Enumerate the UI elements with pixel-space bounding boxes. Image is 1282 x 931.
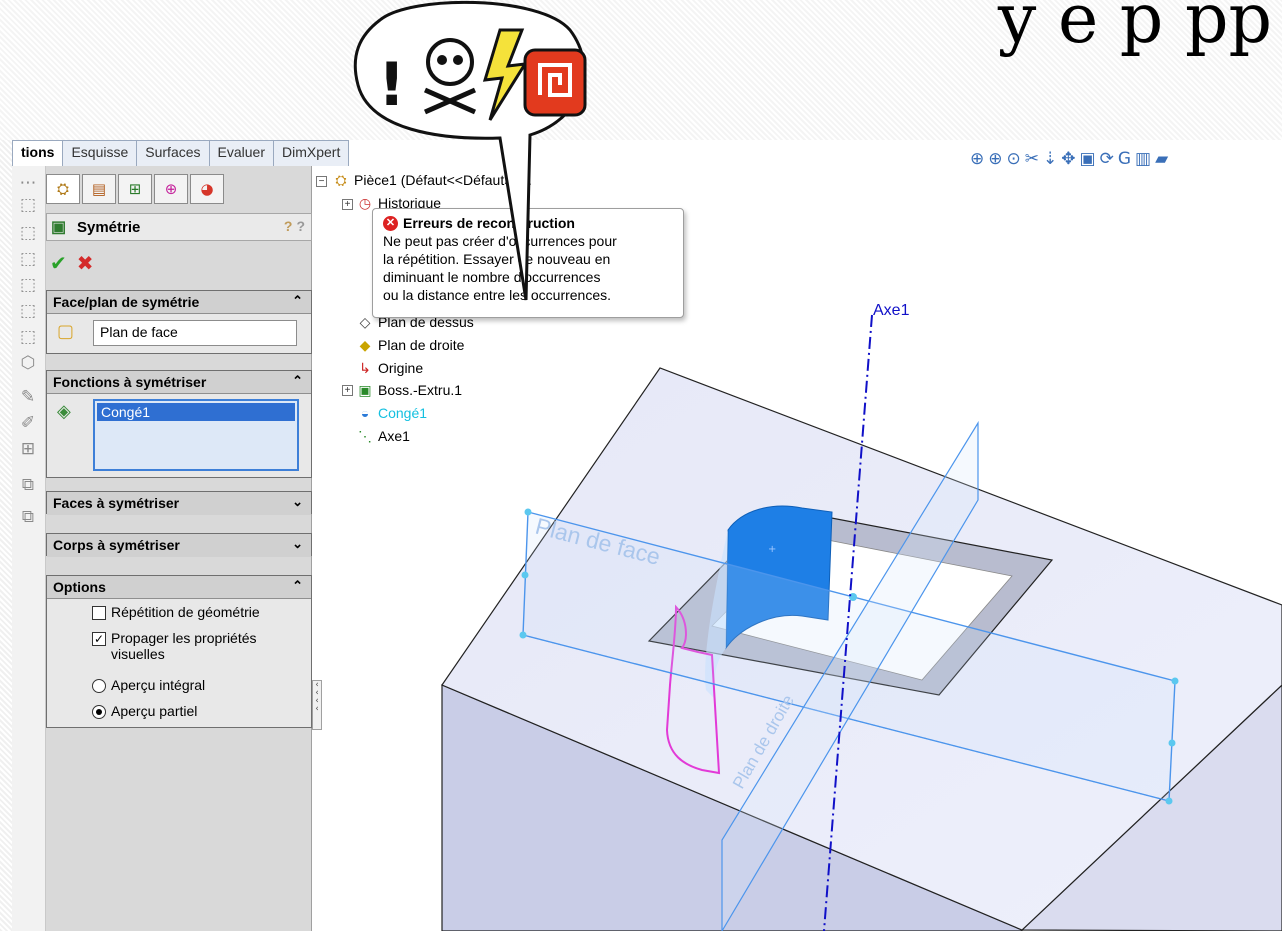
group-bodies-to-mirror[interactable]: Corps à symétriser ⌄ xyxy=(46,533,312,557)
cube-icon[interactable]: ⬚ xyxy=(17,274,39,296)
full-preview-option[interactable]: Aperçu intégral xyxy=(92,677,205,693)
cancel-button[interactable]: ✖ xyxy=(77,251,94,275)
propagate-checkbox[interactable]: ✓ xyxy=(92,632,106,646)
axis-icon: ⋱ xyxy=(358,428,372,444)
geometry-pattern-checkbox[interactable] xyxy=(92,606,106,620)
ok-button[interactable]: ✔ xyxy=(50,251,67,275)
feature-icon-column: ⋯ ⬚ ⬚ ⬚ ⬚ ⬚ ⬚ ⬡ ✎ ✐ ⊞ ⧉ ⧉ xyxy=(12,166,46,931)
dimxpert-manager-icon[interactable]: ⊕ xyxy=(154,174,188,204)
pattern-icon[interactable]: ⊞ xyxy=(17,438,39,460)
cube-icon[interactable]: ⬚ xyxy=(17,300,39,322)
view-settings-icon[interactable]: ▰ xyxy=(1155,149,1168,169)
display-style-icon[interactable]: ▣ xyxy=(1080,149,1096,169)
group-options-header[interactable]: Options ⌃ xyxy=(47,576,311,599)
help-icon[interactable]: ?? xyxy=(284,218,305,234)
collapse-icon[interactable]: ⌃ xyxy=(292,578,303,594)
partial-preview-option[interactable]: Aperçu partiel xyxy=(92,703,197,719)
fillet-center-mark: + xyxy=(768,544,776,555)
swearing-speech-bubble: ! xyxy=(353,0,587,301)
pm-toolbar: ⛭ ▤ ⊞ ⊕ ◕ xyxy=(46,174,226,204)
property-manager: ⛭ ▤ ⊞ ⊕ ◕ ▣ Symétrie ?? ✔ ✖ Face/plan de… xyxy=(46,166,312,931)
section-view-icon[interactable]: ✂ xyxy=(1025,149,1039,169)
zoom-to-fit-icon[interactable]: ⊕ xyxy=(970,149,984,169)
mirror-feature-icon: ▣ xyxy=(51,219,67,236)
solidworks-window: + Plan de face Plan de droite Axe1 tions… xyxy=(12,140,1282,931)
pencil-plus-icon[interactable]: ✐ xyxy=(17,412,39,434)
collapse-icon[interactable]: − xyxy=(316,176,327,187)
group-mirror-face-header[interactable]: Face/plan de symétrie ⌃ xyxy=(47,291,311,314)
group-features-header[interactable]: Fonctions à symétriser ⌃ xyxy=(47,371,311,394)
pencil-icon[interactable]: ✎ xyxy=(17,386,39,408)
group-mirror-face: Face/plan de symétrie ⌃ ▢ Plan de face xyxy=(46,290,312,354)
display-manager-icon[interactable]: ◕ xyxy=(190,174,224,204)
tree-item-boss-extrude[interactable]: ▣ Boss.-Extru.1 xyxy=(356,382,462,398)
ok-cancel-row: ✔ ✖ xyxy=(50,251,94,275)
hide-show-icon[interactable]: ⟳ xyxy=(1100,149,1114,169)
group-faces-to-mirror[interactable]: Faces à symétriser ⌄ xyxy=(46,491,312,515)
extrude-icon: ▣ xyxy=(358,382,372,398)
propagate-option[interactable]: ✓ Propager les propriétés visuelles xyxy=(92,630,272,662)
origin-icon: ↳ xyxy=(359,360,371,376)
view-orientation-icon[interactable]: ✥ xyxy=(1061,149,1075,169)
expand-icon[interactable]: + xyxy=(342,385,353,396)
slide-title-fragment: y e p pp xyxy=(997,0,1272,59)
panel-splitter-handle[interactable]: ‹ ‹ ‹ ‹ xyxy=(312,680,322,730)
tab-esquisse[interactable]: Esquisse xyxy=(62,140,138,166)
tab-fonctions[interactable]: tions xyxy=(12,140,64,166)
cube-icon[interactable]: ⬚ xyxy=(17,194,39,216)
dynamic-annotation-icon[interactable]: ⇣ xyxy=(1043,149,1057,169)
spiral-icon xyxy=(523,48,587,117)
copy-icon[interactable]: ⧉ xyxy=(17,474,39,496)
tree-item-axe1[interactable]: ⋱ Axe1 xyxy=(356,428,410,444)
features-listbox[interactable]: Congé1 xyxy=(93,399,299,471)
face-plane-icon: ▢ xyxy=(57,321,75,342)
feature-manager-icon[interactable]: ⛭ xyxy=(46,174,80,204)
mirror-face-field[interactable]: Plan de face xyxy=(93,320,297,346)
tab-surfaces[interactable]: Surfaces xyxy=(136,140,210,166)
copy-icon[interactable]: ⧉ xyxy=(17,506,39,528)
collapse-icon[interactable]: ⌃ xyxy=(292,293,303,309)
handle-icon: ⋯ xyxy=(19,173,37,193)
scene-icon[interactable]: ▥ xyxy=(1135,149,1151,169)
skull-icon xyxy=(426,38,474,86)
property-manager-icon[interactable]: ▤ xyxy=(82,174,116,204)
previous-view-icon[interactable]: ⊙ xyxy=(1007,149,1021,169)
heads-up-view-toolbar: ⊕ ⊕ ⊙ ✂ ⇣ ✥ ▣ ⟳ G ▥ ▰ xyxy=(970,149,1168,169)
group-faces-header[interactable]: Faces à symétriser ⌄ xyxy=(47,492,311,515)
appearance-icon[interactable]: G xyxy=(1118,149,1131,169)
pm-title-bar: ▣ Symétrie ?? xyxy=(46,213,312,241)
expand-icon[interactable]: ⌄ xyxy=(292,494,303,510)
cube-icon[interactable]: ⬚ xyxy=(17,248,39,270)
exclamation-glyph: ! xyxy=(378,50,405,120)
pm-title: Symétrie xyxy=(77,218,141,236)
tab-evaluer[interactable]: Evaluer xyxy=(208,140,274,166)
command-manager-tabs: tions Esquisse Surfaces Evaluer DimXpert xyxy=(12,140,350,166)
configuration-manager-icon[interactable]: ⊞ xyxy=(118,174,152,204)
group-features-to-mirror: Fonctions à symétriser ⌃ ◈ Congé1 xyxy=(46,370,312,478)
tab-dimxpert[interactable]: DimXpert xyxy=(272,140,350,166)
partial-preview-radio[interactable] xyxy=(92,705,106,719)
features-icon: ◈ xyxy=(57,401,71,422)
shell-icon[interactable]: ⬡ xyxy=(17,352,39,374)
cube-icon[interactable]: ⬚ xyxy=(17,222,39,244)
expand-icon[interactable]: ⌄ xyxy=(292,536,303,552)
tree-item-conge1[interactable]: ◒ Congé1 xyxy=(356,405,427,421)
list-item[interactable]: Congé1 xyxy=(97,403,295,421)
geometry-pattern-option[interactable]: Répétition de géométrie xyxy=(92,604,260,620)
axis-label: Axe1 xyxy=(873,302,910,319)
collapse-icon[interactable]: ⌃ xyxy=(292,373,303,389)
cube-icon[interactable]: ⬚ xyxy=(17,326,39,348)
group-bodies-header[interactable]: Corps à symétriser ⌄ xyxy=(47,534,311,557)
full-preview-radio[interactable] xyxy=(92,679,106,693)
fillet-icon: ◒ xyxy=(360,405,370,421)
zoom-to-area-icon[interactable]: ⊕ xyxy=(988,149,1002,169)
tree-item-origine[interactable]: ↳ Origine xyxy=(356,360,423,376)
slide-left-margin xyxy=(0,140,12,931)
